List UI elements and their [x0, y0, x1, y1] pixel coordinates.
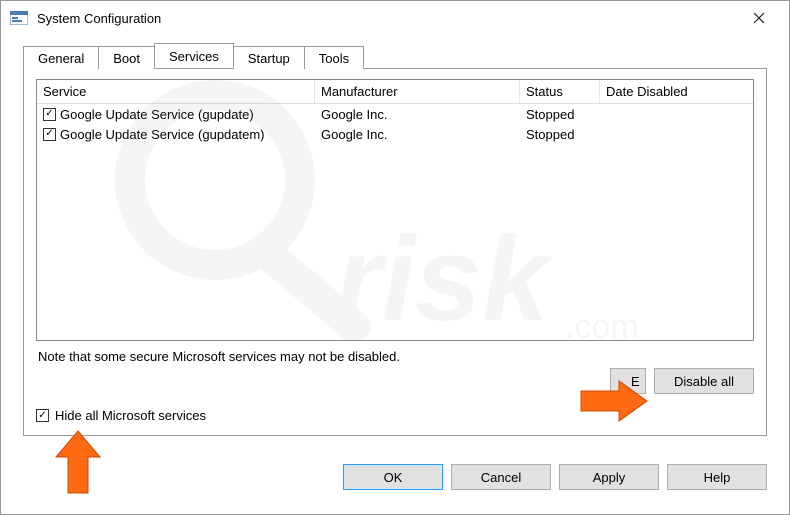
tab-services[interactable]: Services — [154, 43, 234, 68]
tab-boot[interactable]: Boot — [98, 46, 155, 69]
enable-all-label: E — [631, 374, 640, 389]
ok-button[interactable]: OK — [343, 464, 443, 490]
service-name: Google Update Service (gupdate) — [60, 107, 254, 122]
list-header: Service Manufacturer Status Date Disable… — [37, 80, 753, 104]
service-checkbox[interactable]: ✓ — [43, 108, 56, 121]
service-status: Stopped — [520, 127, 600, 142]
col-header-manufacturer[interactable]: Manufacturer — [315, 80, 520, 103]
services-list[interactable]: risk .com Service Manufacturer Status Dat… — [36, 79, 754, 341]
dialog-buttons: OK Cancel Apply Help — [23, 464, 767, 490]
table-row[interactable]: ✓ Google Update Service (gupdatem) Google … — [37, 124, 753, 144]
tab-tools[interactable]: Tools — [304, 46, 364, 69]
col-header-date-disabled[interactable]: Date Disabled — [600, 80, 753, 103]
window-title: System Configuration — [37, 11, 736, 26]
tab-bar: General Boot Services Startup Tools — [23, 43, 767, 69]
help-button[interactable]: Help — [667, 464, 767, 490]
col-header-service[interactable]: Service — [37, 80, 315, 103]
enable-all-button[interactable]: E — [610, 368, 646, 394]
close-button[interactable] — [736, 3, 781, 33]
hide-microsoft-label: Hide all Microsoft services — [55, 408, 206, 423]
col-header-status[interactable]: Status — [520, 80, 600, 103]
table-row[interactable]: ✓ Google Update Service (gupdate) Google I… — [37, 104, 753, 124]
hide-microsoft-checkbox[interactable]: ✓ — [36, 409, 49, 422]
service-manufacturer: Google Inc. — [315, 127, 520, 142]
apply-button[interactable]: Apply — [559, 464, 659, 490]
services-panel: risk .com Service Manufacturer Status Dat… — [23, 69, 767, 436]
app-icon — [9, 10, 29, 26]
service-manufacturer: Google Inc. — [315, 107, 520, 122]
service-status: Stopped — [520, 107, 600, 122]
tab-general[interactable]: General — [23, 46, 99, 69]
tab-startup[interactable]: Startup — [233, 46, 305, 69]
disable-all-button[interactable]: Disable all — [654, 368, 754, 394]
cancel-button[interactable]: Cancel — [451, 464, 551, 490]
note-text: Note that some secure Microsoft services… — [38, 349, 752, 364]
service-checkbox[interactable]: ✓ — [43, 128, 56, 141]
svg-text:.com: .com — [565, 308, 639, 341]
service-name: Google Update Service (gupdatem) — [60, 127, 265, 142]
title-bar: System Configuration — [1, 1, 789, 35]
svg-text:risk: risk — [335, 212, 554, 341]
